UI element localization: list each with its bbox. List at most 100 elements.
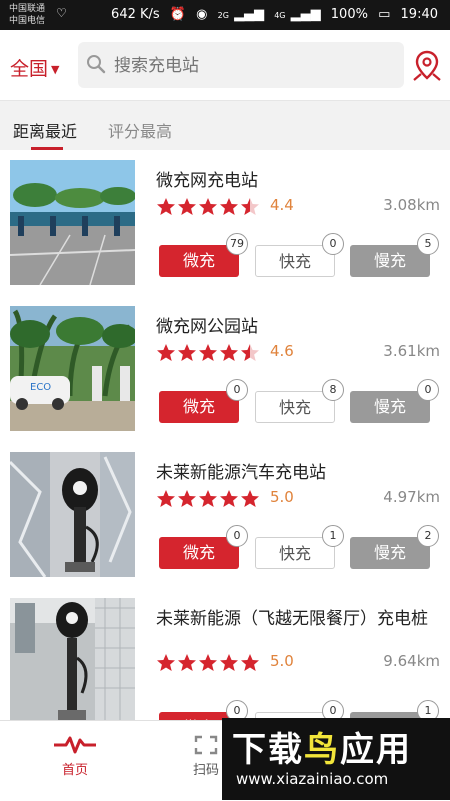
carrier-1: 中国联通 bbox=[9, 4, 46, 14]
count-badge: 8 bbox=[322, 379, 344, 401]
count-badge: 1 bbox=[417, 700, 439, 720]
station-photo bbox=[10, 160, 135, 285]
star-icon bbox=[199, 653, 217, 671]
network-4g-label: 4G bbox=[274, 11, 286, 20]
header: 全国 ▼ bbox=[0, 30, 450, 100]
star-icon bbox=[241, 343, 259, 361]
distance: 4.97km bbox=[383, 488, 440, 506]
star-icon bbox=[220, 653, 238, 671]
rating-value: 5.0 bbox=[270, 488, 294, 506]
chip-label: 微充 bbox=[182, 397, 215, 416]
station-list[interactable]: 微充网充电站 4.4 3.08km 微充 79 快充 0 慢充 5 ECO 微充… bbox=[0, 150, 450, 720]
count-badge: 79 bbox=[226, 233, 248, 255]
region-selector[interactable]: 全国 ▼ bbox=[10, 54, 59, 81]
scan-icon bbox=[194, 735, 218, 755]
tab-top-rated[interactable]: 评分最高 bbox=[108, 118, 172, 142]
battery-icon: ▭ bbox=[378, 7, 391, 22]
count-badge: 0 bbox=[322, 233, 344, 255]
station-card[interactable]: 微充网充电站 4.4 3.08km 微充 79 快充 0 慢充 5 bbox=[0, 150, 450, 297]
station-card[interactable]: ECO 微充网公园站 4.6 3.61km 微充 0 快充 8 慢充 0 bbox=[0, 296, 450, 443]
station-name: 微充网公园站 bbox=[156, 317, 258, 337]
search-box[interactable] bbox=[78, 42, 404, 88]
chevron-down-icon: ▼ bbox=[51, 63, 60, 76]
sort-tabs: 距离最近 评分最高 bbox=[0, 100, 450, 151]
network-2g-label: 2G bbox=[217, 11, 229, 20]
count-badge: 0 bbox=[226, 379, 248, 401]
chip-label: 慢充 bbox=[373, 543, 406, 562]
rating-value: 4.4 bbox=[270, 196, 294, 214]
count-badge: 0 bbox=[226, 700, 248, 720]
star-icon bbox=[157, 653, 175, 671]
search-input[interactable] bbox=[112, 50, 396, 82]
distance: 3.08km bbox=[383, 196, 440, 214]
star-rating bbox=[156, 652, 261, 673]
chip-label: 快充 bbox=[278, 398, 311, 417]
chip-label: 慢充 bbox=[373, 251, 406, 270]
star-icon bbox=[199, 489, 217, 507]
count-badge: 5 bbox=[417, 233, 439, 255]
station-photo: ECO bbox=[10, 306, 135, 431]
chip-label: 微充 bbox=[182, 543, 215, 562]
star-icon bbox=[241, 653, 259, 671]
chip-label: 微充 bbox=[182, 251, 215, 270]
star-icon bbox=[178, 653, 196, 671]
star-icon bbox=[199, 197, 217, 215]
star-icon bbox=[241, 489, 259, 507]
star-icon bbox=[220, 343, 238, 361]
distance: 9.64km bbox=[383, 652, 440, 670]
watermark-logo: 下载鸟应用 www.xiazainiao.com bbox=[222, 718, 450, 800]
tab-nearest[interactable]: 距离最近 bbox=[13, 118, 77, 142]
star-icon bbox=[178, 489, 196, 507]
distance: 3.61km bbox=[383, 342, 440, 360]
star-icon bbox=[178, 343, 196, 361]
star-rating bbox=[156, 342, 261, 363]
nav-home-label: 首页 bbox=[61, 763, 88, 778]
signal-icon-2: ▂▄▆ bbox=[290, 7, 321, 22]
watermark-url: www.xiazainiao.com bbox=[236, 770, 389, 788]
status-indicators: 642 K/s ⏰ ◉ 2G ▂▄▆ 4G ▂▄▆ 100% ▭ 19:40 bbox=[105, 7, 438, 22]
station-name: 未莱新能源汽车充电站 bbox=[156, 463, 326, 483]
count-badge: 0 bbox=[417, 379, 439, 401]
station-photo bbox=[10, 452, 135, 577]
chip-label: 快充 bbox=[278, 544, 311, 563]
star-icon bbox=[157, 343, 175, 361]
station-name: 微充网充电站 bbox=[156, 171, 258, 191]
star-icon bbox=[157, 197, 175, 215]
carrier-labels: 中国联通 中国电信 bbox=[9, 3, 45, 27]
signal-icon: ▂▄▆ bbox=[234, 7, 265, 22]
status-bar: 中国联通 中国电信 ♡ 642 K/s ⏰ ◉ 2G ▂▄▆ 4G ▂▄▆ 10… bbox=[0, 0, 450, 30]
region-label: 全国 bbox=[10, 58, 49, 80]
battery-percent: 100% bbox=[330, 7, 368, 22]
heartbeat-icon bbox=[54, 736, 96, 754]
health-icon: ♡ bbox=[56, 6, 67, 20]
svg-text:ECO: ECO bbox=[30, 382, 51, 393]
clock: 19:40 bbox=[400, 7, 438, 22]
count-badge: 0 bbox=[322, 700, 344, 720]
star-icon bbox=[220, 489, 238, 507]
alarm-icon: ⏰ bbox=[169, 7, 186, 22]
star-icon bbox=[199, 343, 217, 361]
star-icon bbox=[157, 489, 175, 507]
star-icon bbox=[220, 197, 238, 215]
count-badge: 1 bbox=[322, 525, 344, 547]
station-card[interactable]: 未莱新能源汽车充电站 5.0 4.97km 微充 0 快充 1 慢充 2 bbox=[0, 442, 450, 589]
chip-label: 慢充 bbox=[373, 397, 406, 416]
rating-value: 5.0 bbox=[270, 652, 294, 670]
search-icon bbox=[87, 55, 106, 74]
count-badge: 2 bbox=[417, 525, 439, 547]
station-name: 未莱新能源（飞越无限餐厅）充电桩 bbox=[156, 609, 428, 629]
net-speed: 642 K/s bbox=[111, 7, 160, 22]
watermark-title: 下载鸟应用 bbox=[232, 730, 412, 770]
rating-value: 4.6 bbox=[270, 342, 294, 360]
star-icon bbox=[241, 197, 259, 215]
map-pin-icon[interactable] bbox=[412, 50, 442, 82]
eye-icon: ◉ bbox=[196, 7, 208, 22]
star-rating bbox=[156, 196, 261, 217]
station-card[interactable]: 未莱新能源（飞越无限餐厅）充电桩 5.0 9.64km 微充 0 快充 0 慢充… bbox=[0, 588, 450, 720]
star-rating bbox=[156, 488, 261, 509]
station-photo bbox=[10, 598, 135, 720]
count-badge: 0 bbox=[226, 525, 248, 547]
nav-home[interactable]: 首页 bbox=[40, 735, 110, 778]
star-icon bbox=[178, 197, 196, 215]
chip-label: 快充 bbox=[278, 252, 311, 271]
